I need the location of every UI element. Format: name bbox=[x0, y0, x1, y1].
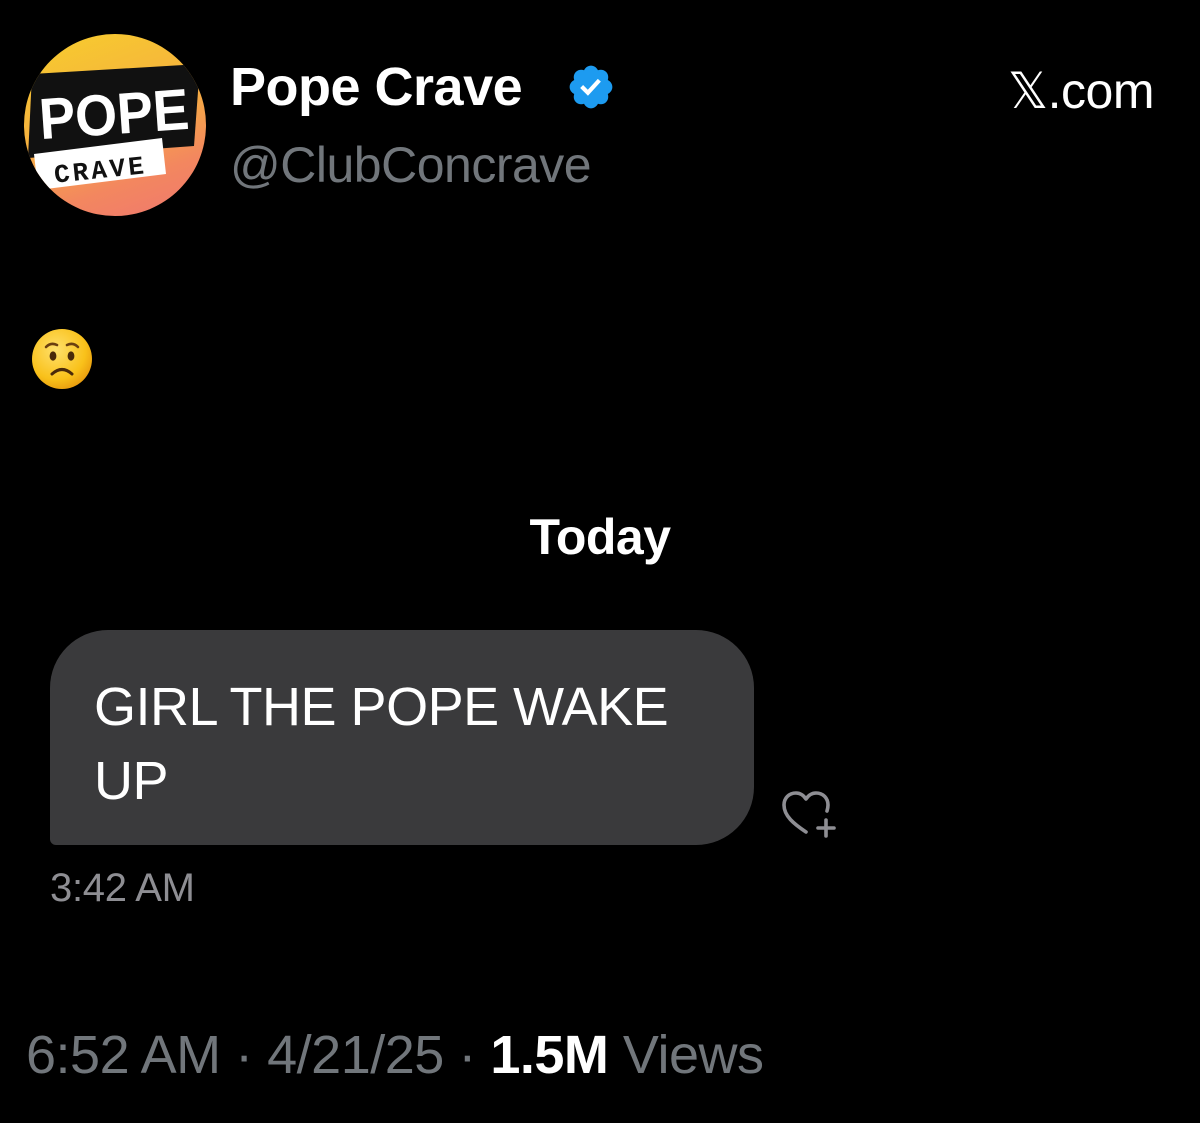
logo-line1: POPE bbox=[37, 77, 191, 152]
worried-face-emoji bbox=[32, 329, 92, 389]
conversation-day-label: Today bbox=[529, 509, 671, 565]
pope-crave-logo: POPE CRAVE bbox=[28, 64, 200, 191]
post-meta: 6:52 AM · 4/21/25 · 1.5M Views bbox=[26, 1024, 764, 1086]
post-time[interactable]: 6:52 AM bbox=[26, 1025, 221, 1085]
message-bubble: GIRL THE POPE WAKE UP bbox=[50, 630, 754, 845]
message-timestamp: 3:42 AM bbox=[50, 866, 195, 910]
views-count[interactable]: 1.5M bbox=[490, 1025, 609, 1085]
user-handle[interactable]: @ClubConcrave bbox=[230, 136, 592, 194]
meta-separator: · bbox=[235, 1025, 253, 1085]
post-date[interactable]: 4/21/25 bbox=[267, 1025, 444, 1085]
verified-badge-icon bbox=[569, 65, 613, 109]
avatar[interactable]: POPE CRAVE bbox=[24, 34, 206, 216]
display-name[interactable]: Pope Crave bbox=[230, 56, 523, 118]
add-reaction-heart-icon bbox=[782, 791, 836, 838]
views-label: Views bbox=[622, 1025, 764, 1085]
x-com-watermark: 𝕏.com bbox=[1007, 63, 1155, 119]
message-text: GIRL THE POPE WAKE UP bbox=[94, 677, 669, 811]
meta-separator: · bbox=[458, 1025, 476, 1085]
